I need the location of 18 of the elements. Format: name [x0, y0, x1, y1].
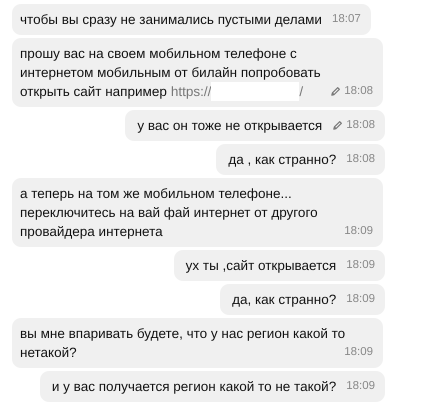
message-text: и у вас получается регион какой то не такой?	[52, 379, 336, 394]
message-time: 18:09	[346, 292, 375, 307]
message-time: 18:09	[346, 379, 375, 394]
message-time: 18:09	[344, 224, 373, 239]
message-text: да , как странно?	[228, 152, 336, 167]
message-text: вы мне впаривать будете, что у нас регион какой то нетакой?	[20, 326, 346, 360]
message-text: а теперь на том же мобильном телефоне... переключитесь на вай фай интернет от другого провайдера интернета	[20, 186, 318, 239]
message-text: прошу вас на своем мобильном телефоне с интернетом мобильным от билайн попробовать открыть сайт например https:// /	[20, 46, 321, 99]
message-time: 18:09	[346, 258, 375, 273]
message-time: 18:09	[344, 345, 373, 360]
message-time: 18:07	[332, 12, 361, 27]
message-time: 18:08	[346, 118, 375, 133]
message-text: ух ты ,сайт открывается	[186, 258, 336, 273]
message-text: у вас он тоже не открывается	[137, 118, 322, 133]
message-time: 18:08	[346, 152, 375, 167]
message-time: 18:08	[344, 84, 373, 99]
message-text: чтобы вы сразу не занимались пустыми делами	[20, 12, 322, 27]
message-text: да, как странно?	[232, 292, 336, 307]
